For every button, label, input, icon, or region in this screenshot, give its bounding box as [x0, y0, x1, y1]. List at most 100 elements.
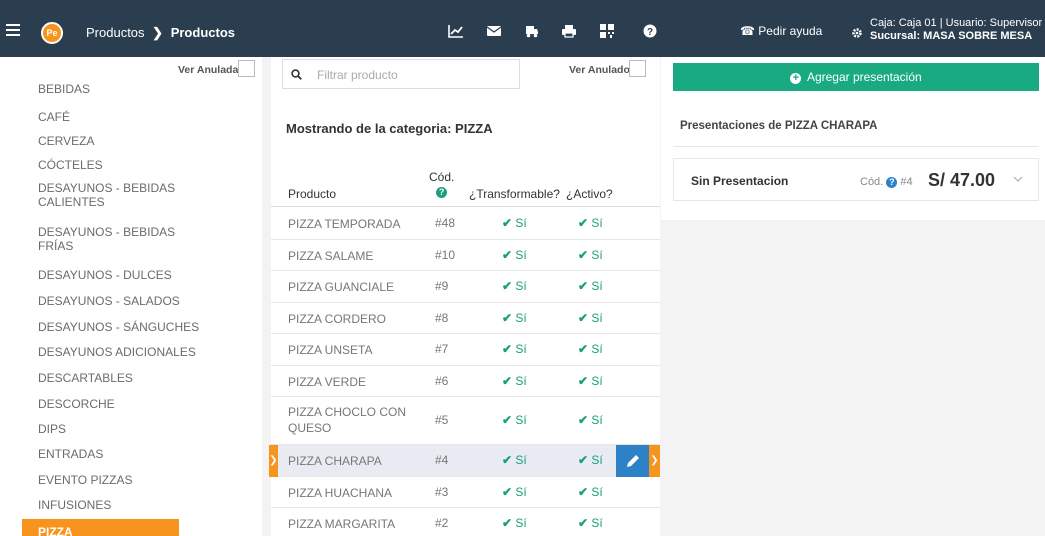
- active-text: Sí: [591, 216, 603, 230]
- check-icon: ✔: [578, 311, 589, 325]
- col-active[interactable]: ¿Activo?: [566, 187, 613, 201]
- table-row[interactable]: PIZZA SALAME #10 ✔ Sí ✔ Sí: [271, 240, 660, 271]
- product-code: #2: [435, 516, 449, 530]
- help-icon[interactable]: ?: [643, 24, 659, 38]
- check-icon: ✔: [578, 485, 589, 499]
- session-info[interactable]: Caja: Caja 01 | Usuario: Supervisor Sucu…: [870, 17, 1042, 43]
- category-item[interactable]: EVENTO PIZZAS: [38, 473, 208, 487]
- edit-button[interactable]: [616, 445, 649, 477]
- product-code: #4: [435, 453, 449, 467]
- check-icon: ✔: [502, 453, 513, 467]
- table-header: Producto Cód. ? ¿Transformable? ¿Activo?: [271, 167, 660, 207]
- category-item[interactable]: DESAYUNOS - BEBIDAS FRÍAS: [38, 225, 208, 253]
- check-icon: ✔: [502, 485, 513, 499]
- presentation-price: S/ 47.00: [928, 170, 996, 190]
- category-item[interactable]: CERVEZA: [38, 134, 208, 148]
- category-item[interactable]: CAFÉ: [38, 110, 208, 124]
- presentation-code-label: Cód.: [860, 176, 884, 188]
- check-icon: ✔: [578, 248, 589, 262]
- transformable-value: ✔ Sí: [502, 248, 527, 262]
- category-item[interactable]: ENTRADAS: [38, 447, 208, 461]
- active-value: ✔ Sí: [578, 216, 603, 230]
- category-item[interactable]: DESAYUNOS ADICIONALES: [38, 345, 208, 359]
- category-item[interactable]: DESAYUNOS - SALADOS: [38, 294, 208, 308]
- category-item[interactable]: DIPS: [38, 422, 208, 436]
- search-box: [282, 59, 520, 89]
- table-row-selected[interactable]: ❯ PIZZA CHARAPA #4 ✔ Sí ✔ Sí ❯: [269, 445, 660, 477]
- truck-icon[interactable]: [523, 24, 539, 38]
- category-item[interactable]: DESAYUNOS - SÁNGUCHES: [38, 320, 208, 334]
- mail-icon[interactable]: [486, 24, 502, 38]
- active-value: ✔ Sí: [578, 248, 603, 262]
- transformable-text: Sí: [515, 342, 527, 356]
- active-value: ✔ Sí: [578, 413, 603, 427]
- category-item[interactable]: BEBIDAS: [38, 82, 208, 96]
- help-icon[interactable]: ?: [436, 187, 448, 198]
- category-item[interactable]: INFUSIONES: [38, 498, 208, 512]
- category-item[interactable]: DESAYUNOS - BEBIDAS CALIENTES: [38, 181, 208, 209]
- check-icon: ✔: [502, 342, 513, 356]
- table-row[interactable]: PIZZA CHOCLO CON QUESO #5 ✔ Sí ✔ Sí: [271, 397, 660, 445]
- table-row[interactable]: PIZZA CORDERO #8 ✔ Sí ✔ Sí: [271, 303, 660, 334]
- chevron-right-icon: ❯: [152, 25, 164, 40]
- active-text: Sí: [591, 342, 603, 356]
- transformable-text: Sí: [515, 413, 527, 427]
- ver-anuladas-checkbox[interactable]: [238, 60, 255, 77]
- table-row[interactable]: PIZZA HUACHANA #3 ✔ Sí ✔ Sí: [271, 477, 660, 508]
- category-item[interactable]: DESCORCHE: [38, 397, 208, 411]
- active-text: Sí: [591, 485, 603, 499]
- products-panel: Ver Anulados Mostrando de la categoria: …: [269, 57, 660, 536]
- menu-icon[interactable]: [6, 24, 20, 36]
- add-presentation-label: Agregar presentación: [806, 70, 922, 84]
- col-product[interactable]: Producto: [288, 187, 336, 201]
- table-row[interactable]: PIZZA UNSETA #7 ✔ Sí ✔ Sí: [271, 334, 660, 366]
- product-name: PIZZA GUANCIALE: [288, 280, 395, 294]
- app-logo[interactable]: Pe: [41, 22, 63, 44]
- table-row[interactable]: PIZZA VERDE #6 ✔ Sí ✔ Sí: [271, 366, 660, 397]
- presentation-code: Cód. ? #4: [860, 176, 913, 188]
- add-presentation-button[interactable]: + Agregar presentación: [673, 63, 1039, 91]
- transformable-value: ✔ Sí: [502, 216, 527, 230]
- help-icon[interactable]: ?: [886, 177, 898, 188]
- product-name: PIZZA VERDE: [288, 375, 367, 389]
- gear-icon[interactable]: [852, 28, 862, 38]
- product-code: #9: [435, 279, 449, 293]
- category-item[interactable]: DESAYUNOS - DULCES: [38, 268, 208, 282]
- presentation-name: Sin Presentacion: [691, 174, 789, 188]
- transformable-text: Sí: [515, 216, 527, 230]
- svg-text:?: ?: [647, 27, 653, 38]
- check-icon: ✔: [502, 248, 513, 262]
- transformable-text: Sí: [515, 279, 527, 293]
- check-icon: ✔: [578, 516, 589, 530]
- category-item[interactable]: DESCARTABLES: [38, 371, 208, 385]
- chevron-down-icon[interactable]: [1012, 173, 1024, 185]
- presentations-panel: + Agregar presentación Presentaciones de…: [661, 57, 1045, 220]
- category-item[interactable]: CÓCTELES: [38, 158, 208, 172]
- presentation-item[interactable]: Sin Presentacion Cód. ? #4 S/ 47.00: [673, 158, 1039, 201]
- chart-icon[interactable]: [448, 24, 464, 38]
- chevron-right-icon[interactable]: ❯: [649, 445, 660, 477]
- check-icon: ✔: [502, 311, 513, 325]
- search-input[interactable]: [317, 66, 507, 84]
- ver-anulados-checkbox[interactable]: [629, 60, 646, 77]
- active-value: ✔ Sí: [578, 516, 603, 530]
- ver-anulados-label: Ver Anulados: [569, 64, 636, 76]
- transformable-value: ✔ Sí: [502, 279, 527, 293]
- printer-icon[interactable]: [561, 24, 577, 38]
- qr-icon[interactable]: [599, 24, 615, 38]
- transformable-value: ✔ Sí: [502, 342, 527, 356]
- product-code: #8: [435, 311, 449, 325]
- presentations-title: Presentaciones de PIZZA CHARAPA: [680, 120, 878, 132]
- col-code[interactable]: Cód. ?: [429, 170, 454, 198]
- breadcrumb-parent[interactable]: Productos: [86, 25, 145, 40]
- table-row[interactable]: PIZZA GUANCIALE #9 ✔ Sí ✔ Sí: [271, 271, 660, 303]
- col-transformable[interactable]: ¿Transformable?: [469, 187, 560, 201]
- help-button[interactable]: ☎ Pedir ayuda: [740, 24, 822, 38]
- check-icon: ✔: [578, 279, 589, 293]
- product-code: #6: [435, 374, 449, 388]
- category-item-active[interactable]: PIZZA: [22, 519, 179, 536]
- table-row[interactable]: PIZZA MARGARITA #2 ✔ Sí ✔ Sí: [271, 508, 660, 536]
- transformable-text: Sí: [515, 248, 527, 262]
- table-row[interactable]: PIZZA TEMPORADA #48 ✔ Sí ✔ Sí: [271, 208, 660, 240]
- col-code-label: Cód.: [429, 170, 455, 184]
